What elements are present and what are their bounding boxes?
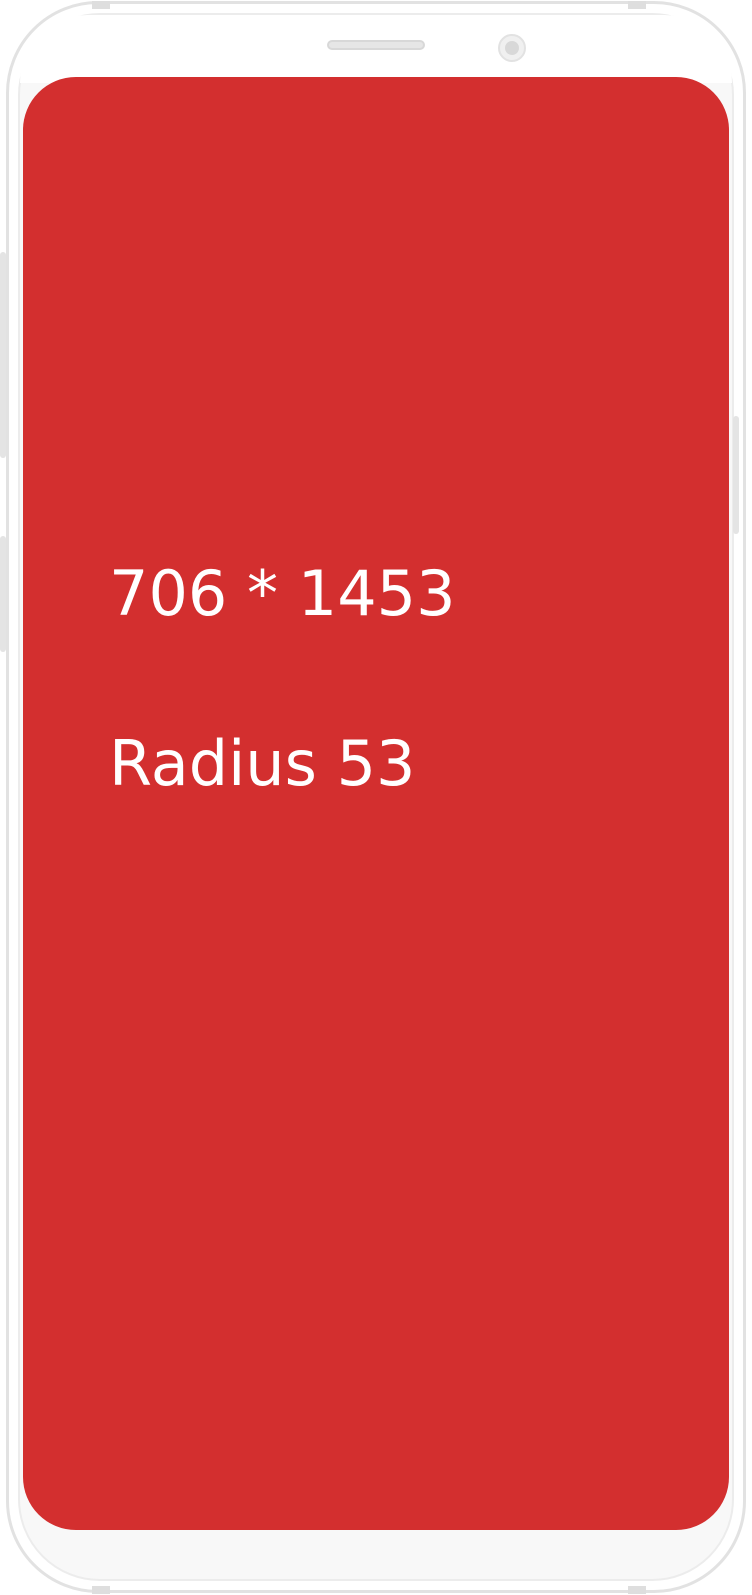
side-key-button	[0, 536, 6, 652]
speaker-grille-icon	[327, 40, 425, 50]
frame-cap-top-right	[628, 1, 646, 9]
frame-cap-bottom-left	[92, 1586, 110, 1594]
front-camera-icon	[498, 34, 526, 62]
screen-radius-label: Radius 53	[109, 727, 416, 800]
frame-cap-bottom-right	[628, 1586, 646, 1594]
volume-button	[0, 252, 6, 458]
screen-dimensions-label: 706 * 1453	[109, 557, 456, 630]
frame-cap-top-left	[92, 1, 110, 9]
screen-area: 706 * 1453 Radius 53	[23, 77, 729, 1530]
power-button	[733, 416, 739, 534]
